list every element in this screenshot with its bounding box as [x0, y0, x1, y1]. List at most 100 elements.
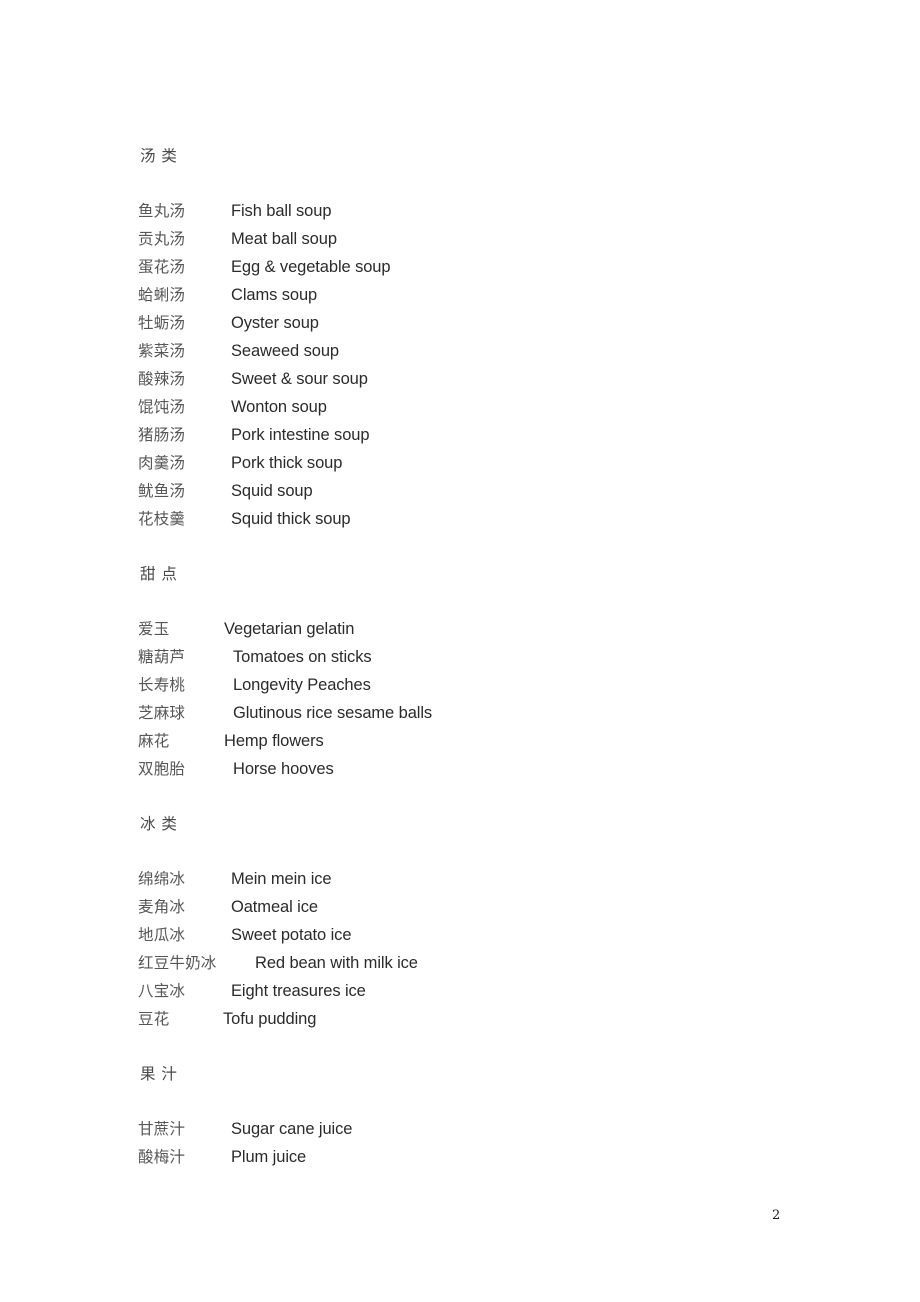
entry-list-soups: 鱼丸汤 Fish ball soup 贡丸汤 Meat ball soup 蛋花汤 Egg… [138, 197, 838, 533]
menu-entry: 蛋花汤 Egg & vegetable soup [138, 253, 838, 281]
entry-term-english: Horse hooves [233, 760, 334, 778]
entry-term-english: Egg & vegetable soup [231, 258, 391, 276]
entry-term-english: Red bean with milk ice [255, 954, 418, 972]
entry-term-english: Squid thick soup [231, 510, 351, 528]
menu-entry: 猪肠汤 Pork intestine soup [138, 421, 838, 449]
entry-term-chinese: 酸梅汁 [138, 1148, 186, 1166]
section-soups: 汤 类鱼丸汤 Fish ball soup 贡丸汤 Meat ball soup 蛋花汤… [138, 142, 838, 533]
entry-term-chinese: 双胞胎 [138, 760, 186, 778]
entry-term-english: Sugar cane juice [231, 1120, 353, 1138]
entry-term-chinese: 芝麻球 [138, 704, 186, 722]
menu-entry: 八宝冰 Eight treasures ice [138, 977, 838, 1005]
entry-term-english: Squid soup [231, 482, 313, 500]
entry-term-english: Clams soup [231, 286, 318, 304]
entry-list-ice: 绵绵冰 Mein mein ice 麦角冰 Oatmeal ice 地瓜冰 Sweet p… [138, 865, 838, 1033]
menu-entry: 紫菜汤 Seaweed soup [138, 337, 838, 365]
entry-term-english: Eight treasures ice [231, 982, 366, 1000]
entry-term-english: Glutinous rice sesame balls [233, 704, 433, 722]
entry-term-chinese: 牡蛎汤 [138, 314, 186, 332]
entry-term-english: Wonton soup [231, 398, 327, 416]
entry-term-chinese: 甘蔗汁 [138, 1120, 186, 1138]
menu-entry: 肉羹汤 Pork thick soup [138, 449, 838, 477]
section-header-juices: 果 汁 [140, 1065, 178, 1083]
menu-entry: 花枝羹 Squid thick soup [138, 505, 838, 533]
header-gap [138, 588, 838, 615]
section-desserts: 甜 点爱玉 Vegetarian gelatin 糖葫芦 Tomatoes on st… [138, 533, 838, 783]
entry-term-english: Oatmeal ice [231, 898, 318, 916]
entry-term-english: Sweet potato ice [231, 926, 352, 944]
entry-term-english: Mein mein ice [231, 870, 332, 888]
entry-term-chinese: 紫菜汤 [138, 342, 186, 360]
menu-entry: 长寿桃 Longevity Peaches [138, 671, 838, 699]
entry-term-english: Seaweed soup [231, 342, 339, 360]
menu-entry: 麦角冰 Oatmeal ice [138, 893, 838, 921]
section-juices: 果 汁甘蔗汁 Sugar cane juice 酸梅汁 Plum juice [138, 1033, 838, 1171]
entry-list-desserts: 爱玉 Vegetarian gelatin 糖葫芦 Tomatoes on stick… [138, 615, 838, 783]
entry-term-chinese: 酸辣汤 [138, 370, 186, 388]
document-page: 汤 类鱼丸汤 Fish ball soup 贡丸汤 Meat ball soup 蛋花汤… [0, 0, 920, 1302]
menu-entry: 甘蔗汁 Sugar cane juice [138, 1115, 838, 1143]
entry-term-english: Hemp flowers [224, 732, 324, 750]
entry-term-chinese: 地瓜冰 [138, 926, 186, 944]
menu-entry: 鱿鱼汤 Squid soup [138, 477, 838, 505]
entry-list-juices: 甘蔗汁 Sugar cane juice 酸梅汁 Plum juice [138, 1115, 838, 1171]
menu-entry: 芝麻球 Glutinous rice sesame balls [138, 699, 838, 727]
menu-entry: 鱼丸汤 Fish ball soup [138, 197, 838, 225]
menu-content: 汤 类鱼丸汤 Fish ball soup 贡丸汤 Meat ball soup 蛋花汤… [138, 142, 838, 1171]
entry-term-chinese: 麻花 [138, 732, 170, 750]
entry-term-chinese: 豆花 [138, 1010, 170, 1028]
entry-term-english: Fish ball soup [231, 202, 332, 220]
menu-entry: 双胞胎 Horse hooves [138, 755, 838, 783]
menu-entry: 地瓜冰 Sweet potato ice [138, 921, 838, 949]
entry-term-chinese: 糖葫芦 [138, 648, 186, 666]
header-gap [138, 838, 838, 865]
menu-entry: 爱玉 Vegetarian gelatin [138, 615, 838, 643]
entry-term-chinese: 猪肠汤 [138, 426, 186, 444]
menu-entry: 馄饨汤 Wonton soup [138, 393, 838, 421]
menu-entry: 红豆牛奶冰 Red bean with milk ice [138, 949, 838, 977]
entry-term-english: Vegetarian gelatin [224, 620, 355, 638]
entry-term-chinese: 鱼丸汤 [138, 202, 186, 220]
entry-term-english: Sweet & sour soup [231, 370, 368, 388]
entry-term-chinese: 馄饨汤 [138, 398, 186, 416]
header-gap [138, 170, 838, 197]
entry-term-chinese: 蛋花汤 [138, 258, 186, 276]
section-header-ice: 冰 类 [140, 815, 178, 833]
menu-entry: 绵绵冰 Mein mein ice [138, 865, 838, 893]
menu-entry: 豆花 Tofu pudding [138, 1005, 838, 1033]
menu-entry: 酸梅汁 Plum juice [138, 1143, 838, 1171]
entry-term-english: Meat ball soup [231, 230, 337, 248]
entry-term-english: Tomatoes on sticks [233, 648, 372, 666]
entry-term-english: Pork thick soup [231, 454, 343, 472]
entry-term-chinese: 长寿桃 [138, 676, 186, 694]
entry-term-chinese: 肉羹汤 [138, 454, 186, 472]
menu-entry: 麻花 Hemp flowers [138, 727, 838, 755]
entry-term-chinese: 八宝冰 [138, 982, 186, 1000]
entry-term-english: Longevity Peaches [233, 676, 371, 694]
entry-term-english: Plum juice [231, 1148, 307, 1166]
menu-entry: 糖葫芦 Tomatoes on sticks [138, 643, 838, 671]
entry-term-chinese: 麦角冰 [138, 898, 186, 916]
section-header-soups: 汤 类 [140, 147, 178, 165]
entry-term-chinese: 绵绵冰 [138, 870, 186, 888]
entry-term-chinese: 爱玉 [138, 620, 170, 638]
entry-term-chinese: 红豆牛奶冰 [138, 954, 217, 972]
page-number: 2 [772, 1208, 781, 1223]
menu-entry: 蛤蜊汤 Clams soup [138, 281, 838, 309]
menu-entry: 贡丸汤 Meat ball soup [138, 225, 838, 253]
entry-term-chinese: 蛤蜊汤 [138, 286, 186, 304]
entry-term-english: Tofu pudding [223, 1010, 317, 1028]
section-header-desserts: 甜 点 [140, 565, 178, 583]
entry-term-chinese: 花枝羹 [138, 510, 186, 528]
entry-term-chinese: 贡丸汤 [138, 230, 186, 248]
entry-term-english: Pork intestine soup [231, 426, 370, 444]
header-gap [138, 1088, 838, 1115]
section-ice: 冰 类绵绵冰 Mein mein ice 麦角冰 Oatmeal ice 地瓜冰 Swee… [138, 783, 838, 1033]
entry-term-chinese: 鱿鱼汤 [138, 482, 186, 500]
menu-entry: 牡蛎汤 Oyster soup [138, 309, 838, 337]
entry-term-english: Oyster soup [231, 314, 319, 332]
menu-entry: 酸辣汤 Sweet & sour soup [138, 365, 838, 393]
